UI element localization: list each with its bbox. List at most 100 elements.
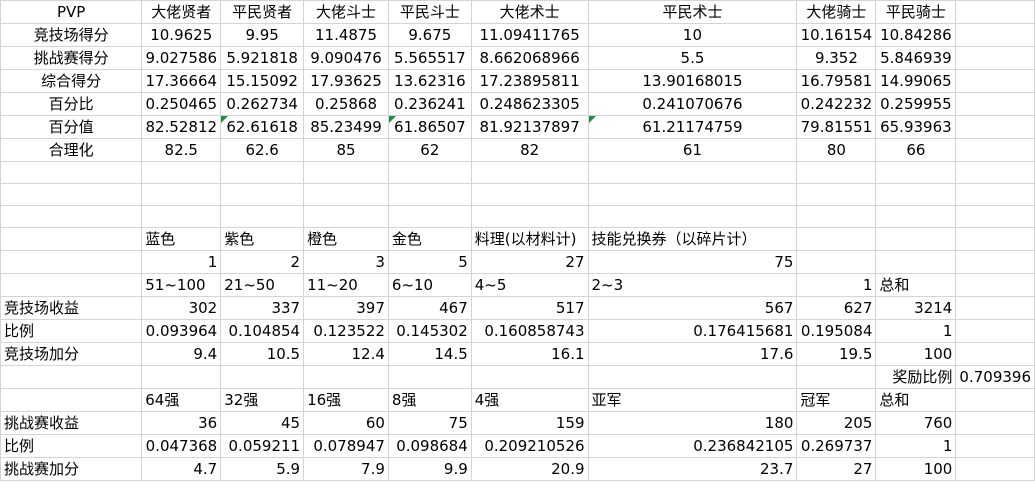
cell[interactable]: 75 [587,250,798,274]
row-label[interactable]: 比例 [0,319,143,343]
cell[interactable] [0,273,143,297]
cell[interactable]: 大佬术士 [470,0,589,24]
cell[interactable]: 45 [220,411,305,435]
cell[interactable]: 17.36664 [141,69,222,93]
cell[interactable]: 64强 [141,388,222,412]
cell[interactable] [0,205,143,228]
row-label[interactable]: 挑战赛加分 [0,457,143,481]
cell[interactable] [0,388,143,412]
cell[interactable] [875,250,957,274]
cell[interactable]: 60 [303,411,389,435]
cell[interactable]: 1 [875,434,957,458]
reward-ratio-label[interactable]: 奖励比例 [875,365,957,389]
cell[interactable]: 16.1 [470,342,589,366]
cell[interactable]: 亚军 [587,388,798,412]
cell[interactable]: 0.241070676 [587,92,798,116]
cell[interactable]: 62.6 [220,138,305,162]
cell[interactable]: 8.662068966 [470,46,589,70]
reward-ratio-value[interactable]: 0.709396 [955,365,1035,389]
cell[interactable]: 9.090476 [303,46,389,70]
cell[interactable]: 8强 [387,388,472,412]
cell[interactable]: 1 [875,319,957,343]
cell[interactable]: 3214 [875,296,957,320]
cell[interactable] [955,388,1035,412]
row-label[interactable]: 百分比 [0,92,143,116]
cell[interactable]: 760 [875,411,957,435]
cell[interactable]: 5.5 [587,46,798,70]
cell[interactable]: 15.15092 [220,69,305,93]
cell[interactable] [0,365,143,389]
cell[interactable]: 0.098684 [387,434,472,458]
cell[interactable]: 27 [470,250,589,274]
cell[interactable] [955,434,1035,458]
cell[interactable] [587,365,798,389]
cell[interactable] [875,227,957,251]
cell[interactable]: 5.846939 [875,46,957,70]
cell[interactable]: 0.145302 [387,319,472,343]
cell[interactable] [955,319,1035,343]
cell[interactable]: 17.23895811 [470,69,589,93]
cell[interactable] [303,161,389,184]
cell[interactable] [796,227,877,251]
cell[interactable]: 1 [141,250,222,274]
cell[interactable] [955,296,1035,320]
cell[interactable]: 橙色 [303,227,389,251]
cell[interactable]: 16强 [303,388,389,412]
cell[interactable]: 0.078947 [303,434,389,458]
cell[interactable]: 19.5 [796,342,877,366]
cell[interactable]: PVP [0,0,143,24]
cell[interactable] [875,161,957,184]
cell[interactable]: 平民贤者 [220,0,305,24]
cell[interactable]: 17.6 [587,342,798,366]
cell[interactable]: 平民术士 [587,0,798,24]
cell[interactable]: 11.4875 [303,23,389,47]
row-label[interactable]: 竞技场加分 [0,342,143,366]
cell[interactable]: 13.90168015 [587,69,798,93]
cell[interactable]: 20.9 [470,457,589,481]
cell[interactable]: 总和 [875,388,957,412]
cell[interactable] [141,205,222,228]
cell[interactable] [387,365,472,389]
cell[interactable] [470,183,589,206]
cell[interactable]: 205 [796,411,877,435]
cell[interactable]: 302 [141,296,222,320]
cell[interactable] [470,205,589,228]
cell[interactable]: 9.4 [141,342,222,366]
cell[interactable] [875,205,957,228]
cell[interactable]: 159 [470,411,589,435]
cell[interactable]: 82 [470,138,589,162]
cell[interactable]: 5.921818 [220,46,305,70]
cell[interactable] [955,161,1035,184]
cell[interactable]: 0.160858743 [470,319,589,343]
cell[interactable] [955,69,1035,93]
cell[interactable] [0,183,143,206]
cell[interactable]: 7.9 [303,457,389,481]
cell[interactable]: 技能兑换券（以碎片计） [587,227,798,251]
cell[interactable] [470,161,589,184]
cell[interactable]: 9.9 [387,457,472,481]
cell[interactable]: 10.9625 [141,23,222,47]
cell[interactable]: 627 [796,296,877,320]
cell[interactable]: 75 [387,411,472,435]
cell[interactable]: 85.23499 [303,115,389,139]
cell[interactable] [470,365,589,389]
cell[interactable]: 82.52812 [141,115,222,139]
cell[interactable]: 9.027586 [141,46,222,70]
cell[interactable]: 337 [220,296,305,320]
cell[interactable]: 27 [796,457,877,481]
cell[interactable]: 5 [387,250,472,274]
cell[interactable]: 567 [587,296,798,320]
cell[interactable]: 79.81551 [796,115,877,139]
cell[interactable]: 0.176415681 [587,319,798,343]
cell[interactable]: 4~5 [470,273,589,297]
cell[interactable] [796,205,877,228]
cell[interactable] [955,457,1035,481]
cell[interactable]: 10.84286 [875,23,957,47]
row-label[interactable]: 竞技场得分 [0,23,143,47]
cell[interactable]: 10.16154 [796,23,877,47]
cell[interactable]: 0.262734 [220,92,305,116]
cell[interactable]: 2~3 [587,273,798,297]
cell[interactable]: 4强 [470,388,589,412]
cell[interactable]: 1 [796,273,877,297]
cell[interactable] [955,92,1035,116]
